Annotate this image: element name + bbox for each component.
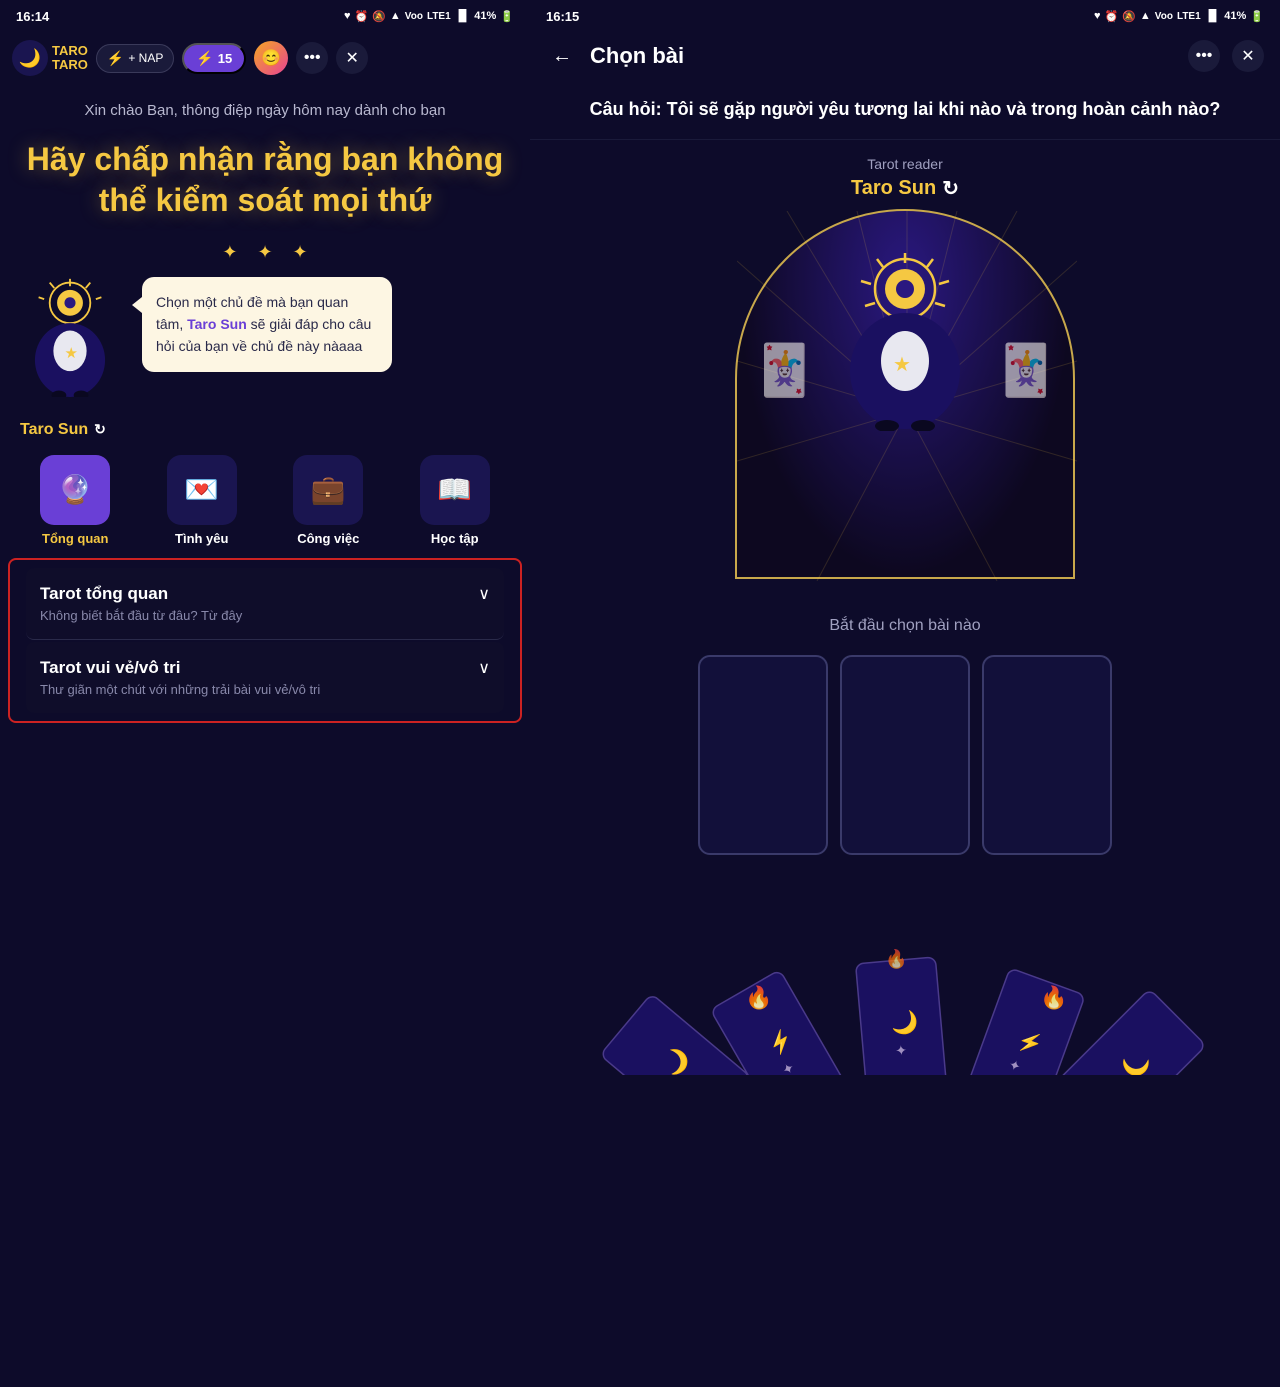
greeting-text: Xin chào Bạn, thông điệp ngày hôm nay dà… [0, 84, 530, 131]
more-button[interactable]: ••• [296, 42, 328, 74]
cat-label-tongquan: Tổng quan [42, 531, 108, 546]
coins-button[interactable]: ⚡ 15 [182, 43, 246, 74]
header-left: 🌙 TARO TARO ⚡ + NAP ⚡ 15 😊 ••• ✕ [0, 32, 530, 84]
card-slot-2[interactable] [840, 655, 970, 855]
main-message: Hãy chấp nhận rằng bạn không thể kiểm so… [0, 131, 530, 238]
logo-icon: 🌙 [12, 40, 48, 76]
header-right: ← Chọn bài ••• ✕ [530, 32, 1280, 80]
menu-item-sub-1: Không biết bắt đầu từ đâu? Từ đây [40, 608, 490, 623]
character-left: ★ [20, 277, 130, 407]
categories-row: 🔮 Tổng quan 💌 Tình yêu 💼 Công việc 📖 Học… [0, 443, 530, 558]
coins-bolt-icon: ⚡ [196, 50, 213, 67]
left-panel: 16:14 ♥ ⏰ 🔕 ▲ Voo LTE1 ▐▌ 41% 🔋 🌙 TARO T… [0, 0, 530, 1387]
avatar: 😊 [254, 41, 288, 75]
card-slot-3[interactable] [982, 655, 1112, 855]
cat-label-hoctap: Học tập [431, 531, 479, 546]
bolt-icon: ⚡ [107, 50, 124, 67]
cat-icon-hoctap: 📖 [420, 455, 490, 525]
sparkle-center: ✦ [257, 242, 272, 263]
menu-item-title-1: Tarot tổng quan [40, 584, 168, 604]
right-panel: 16:15 ♥ ⏰ 🔕 ▲ Voo LTE1 ▐▌ 41% 🔋 ← Chọn b… [530, 0, 1280, 1387]
category-congviec[interactable]: 💼 Công việc [269, 455, 388, 546]
card-fan-section: 🌙 ✦ ⚡ ✦ 🌙 ✦ ⚡ ✦ [530, 875, 1280, 1075]
cat-icon-congviec: 💼 [293, 455, 363, 525]
menu-item-header-2: Tarot vui vẻ/vô tri ∨ [40, 658, 490, 678]
svg-text:🔥: 🔥 [885, 948, 907, 969]
sparkle-right: ✦ [293, 242, 308, 263]
sparkle-row: ✦ ✦ ✦ [0, 238, 530, 267]
cat-label-tinhtieu: Tình yêu [175, 531, 228, 546]
svg-text:✦: ✦ [895, 1042, 908, 1059]
category-hoctap[interactable]: 📖 Học tập [396, 455, 515, 546]
chevron-icon-2: ∨ [478, 658, 490, 678]
character-right: ★ [835, 251, 975, 436]
time-left: 16:14 [16, 9, 49, 24]
arch-background: ★ 🃏 🃏 [735, 209, 1075, 579]
logo-text: TARO TARO [52, 44, 88, 73]
question-text: Câu hỏi: Tôi sẽ gặp người yêu tương lai … [590, 99, 1221, 119]
time-right: 16:15 [546, 9, 579, 24]
side-card-left: 🃏 [753, 341, 815, 400]
card-slot-1[interactable] [698, 655, 828, 855]
category-tinhtieu[interactable]: 💌 Tình yêu [143, 455, 262, 546]
menu-item-title-2: Tarot vui vẻ/vô tri [40, 658, 180, 678]
category-tongquan[interactable]: 🔮 Tổng quan [16, 455, 135, 546]
sparkle-left: ✦ [222, 242, 237, 263]
close-button-left[interactable]: ✕ [336, 42, 368, 74]
status-icons-right: ♥ ⏰ 🔕 ▲ Voo LTE1 ▐▌ 41% 🔋 [1094, 10, 1264, 23]
svg-text:🔥: 🔥 [745, 985, 772, 1010]
status-bar-left: 16:14 ♥ ⏰ 🔕 ▲ Voo LTE1 ▐▌ 41% 🔋 [0, 0, 530, 32]
chevron-icon-1: ∨ [478, 584, 490, 604]
reader-section: Tarot reader Taro Sun ↻ [530, 140, 1280, 209]
back-button[interactable]: ← [546, 40, 578, 72]
svg-text:🌙: 🌙 [890, 1009, 920, 1037]
reader-label: Tarot reader [867, 156, 942, 172]
close-button-right[interactable]: ✕ [1232, 40, 1264, 72]
start-text: Bắt đầu chọn bài nào [530, 609, 1280, 643]
logo-area: 🌙 TARO TARO [12, 40, 88, 76]
refresh-icon[interactable]: ↻ [94, 421, 106, 438]
side-card-right: 🃏 [995, 341, 1057, 400]
taro-sun-label-left: Taro Sun ↻ [0, 417, 530, 443]
card-slots [530, 643, 1280, 867]
menu-item-tongquan[interactable]: Tarot tổng quan ∨ Không biết bắt đầu từ … [26, 568, 504, 640]
menu-item-vuive[interactable]: Tarot vui vẻ/vô tri ∨ Thư giãn một chút … [26, 642, 504, 713]
cat-icon-tongquan: 🔮 [40, 455, 110, 525]
speech-bubble: Chọn một chủ đề mà bạn quan tâm, Taro Su… [142, 277, 392, 372]
svg-text:🔥: 🔥 [1040, 985, 1067, 1010]
status-bar-right: 16:15 ♥ ⏰ 🔕 ▲ Voo LTE1 ▐▌ 41% 🔋 [530, 0, 1280, 32]
character-section: ★ Chọn một chủ đề mà bạn quan tâm, Taro … [0, 267, 530, 417]
menu-item-header-1: Tarot tổng quan ∨ [40, 584, 490, 604]
menu-list: Tarot tổng quan ∨ Không biết bắt đầu từ … [8, 558, 522, 723]
question-banner: Câu hỏi: Tôi sẽ gặp người yêu tương lai … [530, 80, 1280, 140]
nap-button[interactable]: ⚡ + NAP [96, 44, 174, 73]
reader-refresh-icon[interactable]: ↻ [942, 176, 959, 201]
reader-name: Taro Sun ↻ [851, 176, 959, 201]
status-icons-left: ♥ ⏰ 🔕 ▲ Voo LTE1 ▐▌ 41% 🔋 [344, 10, 514, 23]
page-title: Chọn bài [590, 43, 1176, 69]
arch-section: ★ 🃏 🃏 [530, 209, 1280, 609]
svg-text:★: ★ [64, 346, 77, 362]
svg-text:★: ★ [893, 354, 911, 376]
cat-icon-tinhtieu: 💌 [167, 455, 237, 525]
cat-label-congviec: Công việc [297, 531, 359, 546]
menu-item-sub-2: Thư giãn một chút với những trải bài vui… [40, 682, 490, 697]
speech-bold: Taro Sun [187, 316, 247, 332]
more-button-right[interactable]: ••• [1188, 40, 1220, 72]
